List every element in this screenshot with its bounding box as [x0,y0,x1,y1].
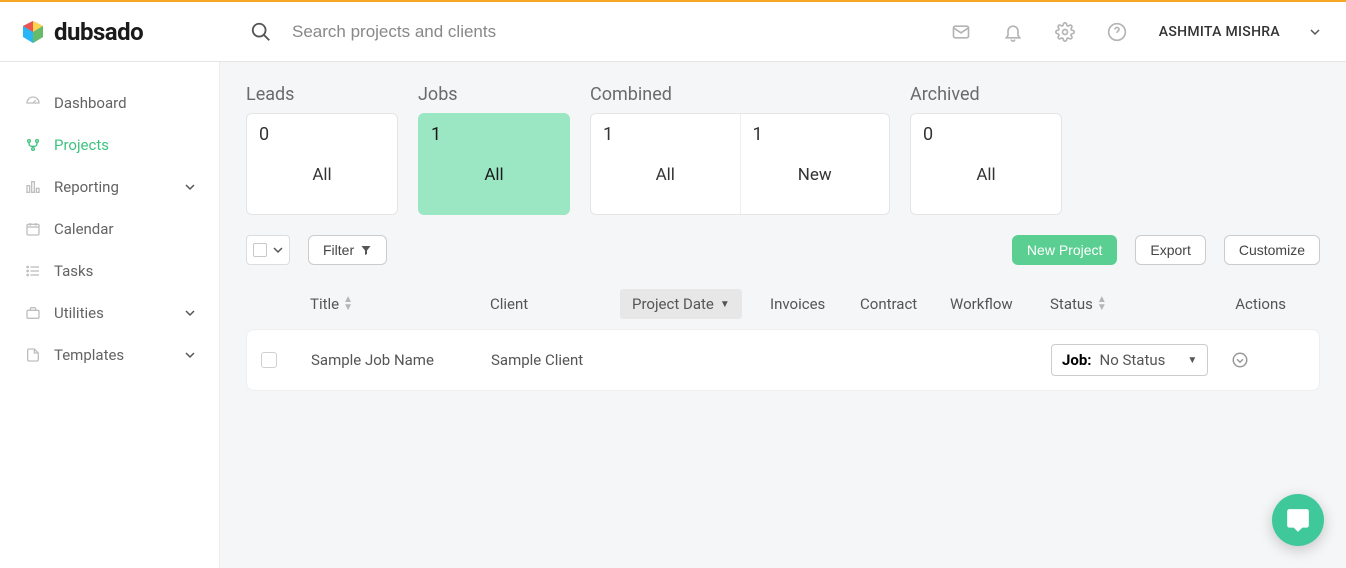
customize-button[interactable]: Customize [1224,235,1320,265]
segment-count: 1 [431,124,557,145]
summary-title-combined: Combined [590,84,890,105]
segment-count: 0 [923,124,1049,145]
summary-segment[interactable]: 1All [419,114,569,214]
sidebar-item-label: Dashboard [54,94,127,112]
sidebar-item-utilities[interactable]: Utilities [0,292,219,334]
summary-card-combined[interactable]: 1All1New [590,113,890,215]
summary-title-jobs: Jobs [418,84,570,105]
export-button[interactable]: Export [1135,235,1205,265]
brand-name: dubsado [54,18,143,46]
button-label: Filter [323,242,354,258]
sidebar: Dashboard Projects Reporting Calendar [0,62,220,568]
status-prefix: Job: [1062,351,1092,369]
chart-icon [24,179,42,195]
chevron-down-icon [185,308,195,318]
brand-logo-icon [20,19,46,45]
button-label: Export [1150,242,1190,258]
cell-title: Sample Job Name [311,351,491,369]
th-workflow[interactable]: Workflow [950,295,1050,313]
sidebar-item-reporting[interactable]: Reporting [0,166,219,208]
sidebar-item-label: Tasks [54,262,93,280]
summary-title-archived: Archived [910,84,1062,105]
th-status[interactable]: Status ▲▼ [1050,295,1230,313]
sort-icon: ▲▼ [343,296,353,312]
segment-count: 0 [259,124,385,145]
search-icon[interactable] [250,21,272,43]
speedometer-icon [24,95,42,111]
sidebar-item-label: Calendar [54,220,114,238]
sidebar-item-templates[interactable]: Templates [0,334,219,376]
calendar-icon [24,221,42,237]
app-header: dubsado ASHMITA MISHRA [0,2,1346,62]
sidebar-item-label: Templates [54,346,124,364]
table-header: Title ▲▼ Client Project Date ▼ Invoices … [246,279,1320,329]
mail-icon[interactable] [951,22,971,42]
toolbox-icon [24,305,42,321]
th-project-date[interactable]: Project Date ▼ [620,289,770,319]
help-icon[interactable] [1107,22,1127,42]
sidebar-item-calendar[interactable]: Calendar [0,208,219,250]
th-actions: Actions [1230,295,1306,313]
chevron-down-icon [273,245,283,255]
segment-label: All [923,145,1049,204]
sidebar-item-label: Projects [54,136,109,154]
chat-icon [1285,507,1311,533]
segment-label: All [603,145,728,204]
summary-title-leads: Leads [246,84,398,105]
summary-segment[interactable]: 1All [591,114,740,214]
checkbox-icon [253,243,267,257]
sidebar-item-tasks[interactable]: Tasks [0,250,219,292]
chevron-down-icon [185,350,195,360]
summary-segment[interactable]: 1New [740,114,890,214]
th-contract[interactable]: Contract [860,295,950,313]
cell-client: Sample Client [491,351,621,369]
sidebar-item-dashboard[interactable]: Dashboard [0,82,219,124]
caret-down-icon: ▼ [1187,355,1197,366]
user-name: ASHMITA MISHRA [1159,24,1280,40]
status-value: No Status [1100,351,1166,369]
filter-button[interactable]: Filter [308,235,387,265]
summary-card-archived[interactable]: 0All [910,113,1062,215]
th-title[interactable]: Title ▲▼ [310,295,490,313]
segment-label: All [259,145,385,204]
search-input[interactable] [292,22,692,42]
th-client[interactable]: Client [490,295,620,313]
segment-label: New [753,145,878,204]
status-dropdown[interactable]: Job: No Status ▼ [1051,344,1208,376]
chevron-down-icon [1310,27,1320,37]
segment-label: All [431,145,557,204]
summary-card-jobs[interactable]: 1All [418,113,570,215]
th-invoices[interactable]: Invoices [770,295,860,313]
summary-segment[interactable]: 0All [247,114,397,214]
filter-icon [360,244,372,256]
button-label: New Project [1027,242,1102,258]
branch-icon [24,137,42,153]
file-icon [24,347,42,363]
row-actions-icon[interactable] [1231,351,1285,369]
button-label: Customize [1239,242,1305,258]
segment-count: 1 [603,124,728,145]
gear-icon[interactable] [1055,22,1075,42]
sidebar-item-label: Utilities [54,304,104,322]
bell-icon[interactable] [1003,22,1023,42]
brand[interactable]: dubsado [0,18,220,46]
select-all-combo[interactable] [246,235,290,265]
list-icon [24,263,42,279]
summary-segment[interactable]: 0All [911,114,1061,214]
sort-icon: ▲▼ [1097,296,1107,312]
content-area: Leads0AllJobs1AllCombined1All1NewArchive… [220,62,1346,568]
chevron-down-icon [185,182,195,192]
new-project-button[interactable]: New Project [1012,235,1117,265]
sidebar-item-label: Reporting [54,178,119,196]
table-row[interactable]: Sample Job Name Sample Client Job: No St… [246,329,1320,391]
caret-down-icon: ▼ [720,299,730,310]
sidebar-item-projects[interactable]: Projects [0,124,219,166]
segment-count: 1 [753,124,878,145]
chat-launcher[interactable] [1272,494,1324,546]
summary-card-leads[interactable]: 0All [246,113,398,215]
row-checkbox[interactable] [261,352,277,368]
user-menu[interactable]: ASHMITA MISHRA [1159,24,1326,40]
